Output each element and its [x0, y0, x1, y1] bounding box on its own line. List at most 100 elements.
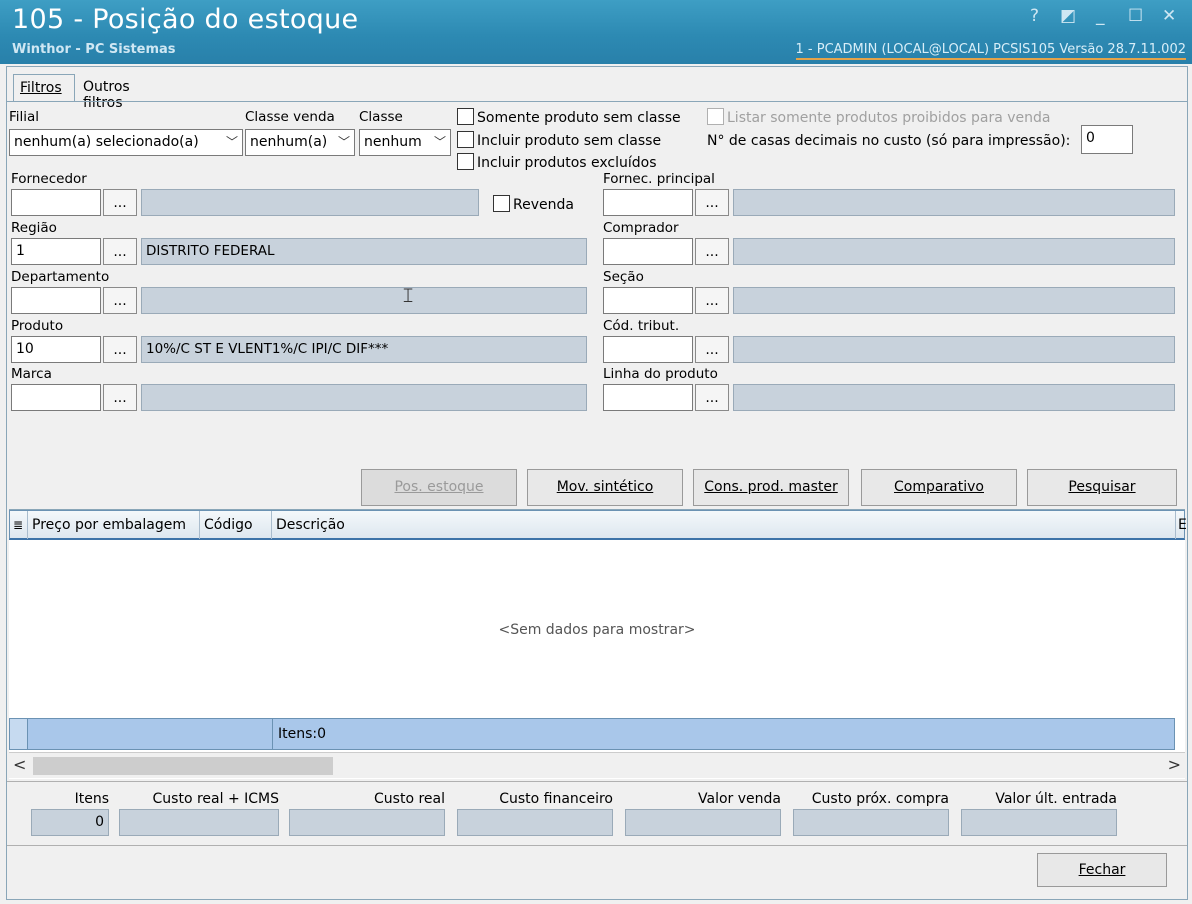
- column-chooser-icon[interactable]: ≣: [10, 511, 28, 539]
- classe-venda-select[interactable]: nenhum(a) ﹀: [245, 129, 355, 156]
- departamento-desc: [141, 287, 587, 314]
- incluir-excluidos-checkbox[interactable]: Incluir produtos excluídos: [457, 153, 657, 171]
- valor-venda-label: Valor venda: [698, 791, 781, 807]
- fornecedor-lookup-button[interactable]: ...: [103, 189, 137, 216]
- cod-tribut-desc: [733, 336, 1175, 363]
- total-itens-value: 0: [31, 809, 109, 836]
- departamento-code-input[interactable]: [11, 287, 101, 314]
- main-window: 105 - Posição do estoque Winthor - PC Si…: [0, 0, 1192, 904]
- custo-prox-compra-value: [793, 809, 949, 836]
- regiao-lookup-button[interactable]: ...: [103, 238, 137, 265]
- incluir-sem-classe-checkbox[interactable]: Incluir produto sem classe: [457, 131, 661, 149]
- checkbox-box: [457, 153, 474, 170]
- valor-ult-entrada-label: Valor últ. entrada: [995, 791, 1117, 807]
- marca-label: Marca: [11, 366, 52, 382]
- grid-footer-row: Itens:0: [9, 718, 1175, 750]
- tab-filtros[interactable]: Filtros: [13, 74, 75, 102]
- checkbox-box: [457, 131, 474, 148]
- column-preco-embalagem[interactable]: Preço por embalagem: [28, 511, 200, 539]
- fornec-principal-lookup-button[interactable]: ...: [695, 189, 729, 216]
- comparativo-button[interactable]: Comparativo: [861, 469, 1017, 506]
- tab-divider: [7, 101, 1187, 102]
- departamento-label: Departamento: [11, 269, 110, 285]
- close-icon[interactable]: ✕: [1162, 6, 1176, 26]
- column-e[interactable]: E: [1176, 511, 1187, 539]
- produto-lookup-button[interactable]: ...: [103, 336, 137, 363]
- comprador-code-input[interactable]: [603, 238, 693, 265]
- empty-message: <Sem dados para mostrar>: [498, 622, 696, 638]
- mov-sintetico-button[interactable]: Mov. sintético: [527, 469, 683, 506]
- cod-tribut-lookup-button[interactable]: ...: [695, 336, 729, 363]
- title-bar: 105 - Posição do estoque Winthor - PC Si…: [0, 0, 1192, 64]
- cons-prod-master-button[interactable]: Cons. prod. master: [693, 469, 849, 506]
- listar-proibidos-checkbox[interactable]: Listar somente produtos proibidos para v…: [707, 108, 1051, 126]
- marca-code-input[interactable]: [11, 384, 101, 411]
- regiao-code-input[interactable]: 1: [11, 238, 101, 265]
- checkbox-box: [457, 108, 474, 125]
- scroll-right-icon[interactable]: >: [1168, 755, 1181, 774]
- linha-produto-label: Linha do produto: [603, 366, 718, 382]
- column-codigo[interactable]: Código: [200, 511, 272, 539]
- revenda-checkbox[interactable]: Revenda: [493, 195, 574, 213]
- linha-produto-lookup-button[interactable]: ...: [695, 384, 729, 411]
- column-descricao[interactable]: Descrição: [272, 511, 1176, 539]
- casas-decimais-label: N° de casas decimais no custo (só para i…: [707, 133, 1071, 149]
- fornec-principal-code-input[interactable]: [603, 189, 693, 216]
- classe-select[interactable]: nenhum ﹀: [359, 129, 451, 156]
- checkbox-box: [707, 108, 724, 125]
- maximize-icon[interactable]: ☐: [1128, 6, 1143, 26]
- casas-decimais-input[interactable]: 0: [1081, 125, 1133, 154]
- fornecedor-code-input[interactable]: [11, 189, 101, 216]
- linha-produto-code-input[interactable]: [603, 384, 693, 411]
- somente-sem-classe-label: Somente produto sem classe: [477, 110, 681, 126]
- minimize-icon[interactable]: _: [1096, 6, 1105, 26]
- fechar-button[interactable]: Fechar: [1037, 853, 1167, 887]
- horizontal-scrollbar[interactable]: < >: [9, 752, 1185, 778]
- pos-estoque-button[interactable]: Pos. estoque: [361, 469, 517, 506]
- classe-label: Classe: [359, 109, 403, 125]
- custo-prox-compra-label: Custo próx. compra: [811, 791, 949, 807]
- session-info: 1 - PCADMIN (LOCAL@LOCAL) PCSIS105 Versã…: [795, 42, 1186, 60]
- comprador-desc: [733, 238, 1175, 265]
- marca-desc: [141, 384, 587, 411]
- help-icon[interactable]: ?: [1030, 6, 1039, 26]
- valor-venda-value: [625, 809, 781, 836]
- chevron-down-icon: ﹀: [225, 135, 238, 149]
- secao-lookup-button[interactable]: ...: [695, 287, 729, 314]
- secao-code-input[interactable]: [603, 287, 693, 314]
- fechar-label: Fechar: [1078, 862, 1126, 878]
- produto-code-input[interactable]: 10: [11, 336, 101, 363]
- tab-outros-filtros[interactable]: Outros filtros: [77, 74, 136, 111]
- regiao-desc: DISTRITO FEDERAL: [141, 238, 587, 265]
- results-grid: ≣ Preço por embalagem Código Descrição E…: [9, 509, 1187, 779]
- items-count: Itens:0: [278, 726, 327, 742]
- revenda-label: Revenda: [513, 197, 574, 213]
- restore-icon[interactable]: ◩: [1060, 6, 1076, 26]
- footer-indicator: [10, 719, 28, 749]
- incluir-excluidos-label: Incluir produtos excluídos: [477, 155, 657, 171]
- produto-desc: 10%/C ST E VLENT1%/C IPI/C DIF***: [141, 336, 587, 363]
- pesquisar-button[interactable]: Pesquisar: [1027, 469, 1177, 506]
- somente-sem-classe-checkbox[interactable]: Somente produto sem classe: [457, 108, 681, 126]
- filial-select[interactable]: nenhum(a) selecionado(a) ﹀: [9, 129, 243, 156]
- total-itens-label: Itens: [74, 791, 109, 807]
- checkbox-box: [493, 195, 510, 212]
- comprador-lookup-button[interactable]: ...: [695, 238, 729, 265]
- listar-proibidos-label: Listar somente produtos proibidos para v…: [727, 110, 1051, 126]
- scrollbar-thumb[interactable]: [33, 757, 333, 775]
- custo-financeiro-label: Custo financeiro: [499, 791, 613, 807]
- valor-ult-entrada-value: [961, 809, 1117, 836]
- filial-label: Filial: [9, 109, 40, 125]
- fornecedor-desc: [141, 189, 479, 216]
- text-cursor-icon: 𝙸: [401, 283, 416, 307]
- cod-tribut-code-input[interactable]: [603, 336, 693, 363]
- secao-label: Seção: [603, 269, 644, 285]
- custo-real-icms-value: [119, 809, 279, 836]
- incluir-sem-classe-label: Incluir produto sem classe: [477, 133, 662, 149]
- marca-lookup-button[interactable]: ...: [103, 384, 137, 411]
- departamento-lookup-button[interactable]: ...: [103, 287, 137, 314]
- window-subtitle: Winthor - PC Sistemas: [12, 42, 176, 57]
- content-panel: Filtros Outros filtros Filial nenhum(a) …: [6, 66, 1188, 900]
- custo-real-value: [289, 809, 445, 836]
- scroll-left-icon[interactable]: <: [13, 755, 26, 774]
